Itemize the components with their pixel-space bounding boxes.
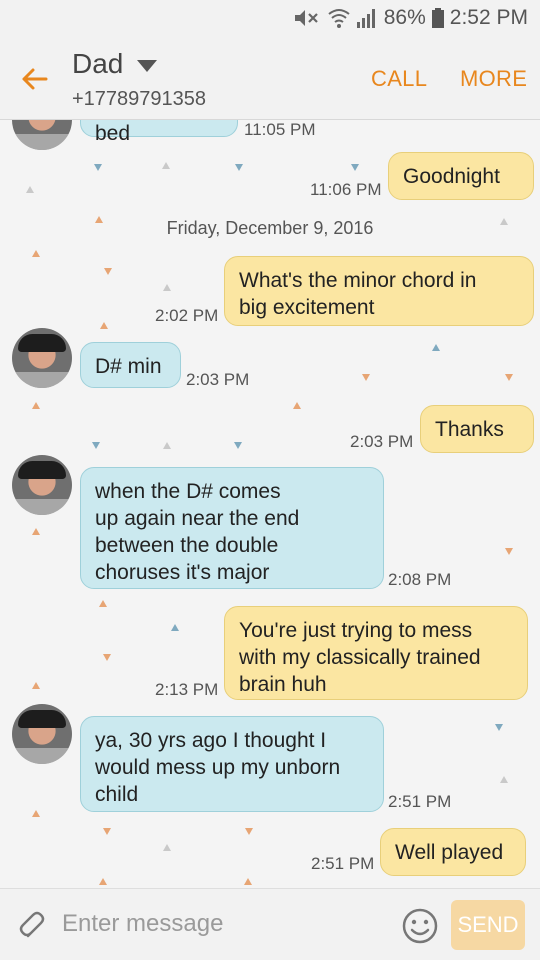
message-list[interactable]: Ok, we in bed 11:05 PM Goodnight 11:06 P… <box>0 120 540 888</box>
background-decoration <box>495 724 503 731</box>
mute-icon <box>294 10 318 26</box>
message-input[interactable] <box>62 909 382 939</box>
message-bubble-outgoing[interactable]: Thanks <box>420 405 534 453</box>
battery-icon <box>431 8 444 28</box>
avatar[interactable] <box>12 455 72 515</box>
message-text-line: choruses it's major <box>95 561 270 584</box>
background-decoration <box>32 810 40 817</box>
message-text-line: What's the minor chord in <box>239 269 477 292</box>
background-decoration <box>362 374 370 381</box>
date-separator: Friday, December 9, 2016 <box>166 218 374 238</box>
background-decoration <box>163 284 171 291</box>
emoji-icon[interactable] <box>401 907 439 945</box>
background-decoration <box>26 186 34 193</box>
message-time: 2:03 PM <box>350 432 414 451</box>
message-time: 11:06 PM <box>310 180 382 199</box>
message-time: 2:03 PM <box>186 370 250 389</box>
back-arrow-icon[interactable] <box>18 62 52 96</box>
contact-name[interactable]: Dad <box>72 48 123 80</box>
message-time: 11:05 PM <box>244 120 316 139</box>
background-decoration <box>293 402 301 409</box>
dropdown-caret-icon[interactable] <box>137 60 157 72</box>
message-text: D# min <box>95 355 162 378</box>
background-decoration <box>500 776 508 783</box>
message-time: 2:51 PM <box>311 854 375 873</box>
background-decoration <box>94 164 102 171</box>
battery-percent: 86% <box>383 6 426 29</box>
message-text-line: ya, 30 yrs ago I thought I <box>95 729 327 752</box>
status-bar: 86% 2:52 PM <box>0 0 540 38</box>
message-text-line: up again near the end <box>95 507 300 530</box>
message-text-line: child <box>95 783 139 806</box>
message-bubble-incoming[interactable]: ya, 30 yrs ago I thought I would mess up… <box>80 716 384 812</box>
message-text-line: would mess up my unborn <box>95 756 341 779</box>
background-decoration <box>92 442 100 449</box>
message-time: 2:51 PM <box>388 792 452 811</box>
background-decoration <box>505 374 513 381</box>
message-composer: SEND <box>0 888 540 960</box>
background-decoration <box>32 250 40 257</box>
message-bubble-outgoing[interactable]: You're just trying to mess with my class… <box>224 606 528 700</box>
conversation-header: Dad +17789791358 CALL MORE <box>0 38 540 120</box>
background-decoration <box>103 654 111 661</box>
message-text-line: between the double <box>95 534 279 557</box>
paperclip-icon[interactable] <box>16 909 50 943</box>
signal-icon <box>356 9 375 28</box>
avatar[interactable] <box>12 704 72 764</box>
message-text-line: You're just trying to mess <box>239 619 473 642</box>
send-button[interactable]: SEND <box>451 900 525 950</box>
message-text-line: when the D# comes <box>95 480 281 503</box>
background-decoration <box>103 828 111 835</box>
call-button[interactable]: CALL <box>371 66 427 92</box>
message-text-line: brain huh <box>239 673 327 696</box>
background-decoration <box>163 844 171 851</box>
avatar[interactable] <box>12 328 72 388</box>
message-text: Thanks <box>435 418 504 441</box>
message-bubble-outgoing[interactable]: Well played <box>380 828 526 876</box>
background-decoration <box>351 164 359 171</box>
status-icons: 86% 2:52 PM <box>292 6 528 30</box>
message-time: 2:08 PM <box>388 570 452 589</box>
message-bubble-incoming[interactable]: Ok, we in bed <box>80 120 238 145</box>
background-decoration <box>235 164 243 171</box>
background-decoration <box>99 878 107 885</box>
contact-number: +17789791358 <box>72 88 207 110</box>
background-decoration <box>32 682 40 689</box>
background-decoration <box>162 162 170 169</box>
message-bubble-outgoing[interactable]: Goodnight <box>388 152 534 200</box>
more-button[interactable]: MORE <box>460 66 527 92</box>
background-decoration <box>99 600 107 607</box>
message-text: Ok, we in bed <box>95 122 131 145</box>
background-decoration <box>244 878 252 885</box>
message-text-line: big excitement <box>239 296 375 319</box>
message-text: Goodnight <box>403 165 500 188</box>
message-bubble-outgoing[interactable]: What's the minor chord in big excitement <box>224 256 534 326</box>
background-decoration <box>32 402 40 409</box>
background-decoration <box>432 344 440 351</box>
message-time: 2:13 PM <box>155 680 219 699</box>
background-decoration <box>234 442 242 449</box>
background-decoration <box>104 268 112 275</box>
avatar[interactable] <box>12 120 72 150</box>
message-time: 2:02 PM <box>155 306 219 325</box>
background-decoration <box>100 322 108 329</box>
message-bubble-incoming[interactable]: when the D# comes up again near the end … <box>80 467 384 589</box>
message-text: Well played <box>395 841 504 864</box>
background-decoration <box>163 442 171 449</box>
message-text-line: with my classically trained <box>239 646 481 669</box>
wifi-icon <box>328 9 350 28</box>
background-decoration <box>245 828 253 835</box>
clock: 2:52 PM <box>449 6 528 29</box>
message-bubble-incoming[interactable]: D# min <box>80 342 181 388</box>
background-decoration <box>32 528 40 535</box>
background-decoration <box>505 548 513 555</box>
background-decoration <box>171 624 179 631</box>
